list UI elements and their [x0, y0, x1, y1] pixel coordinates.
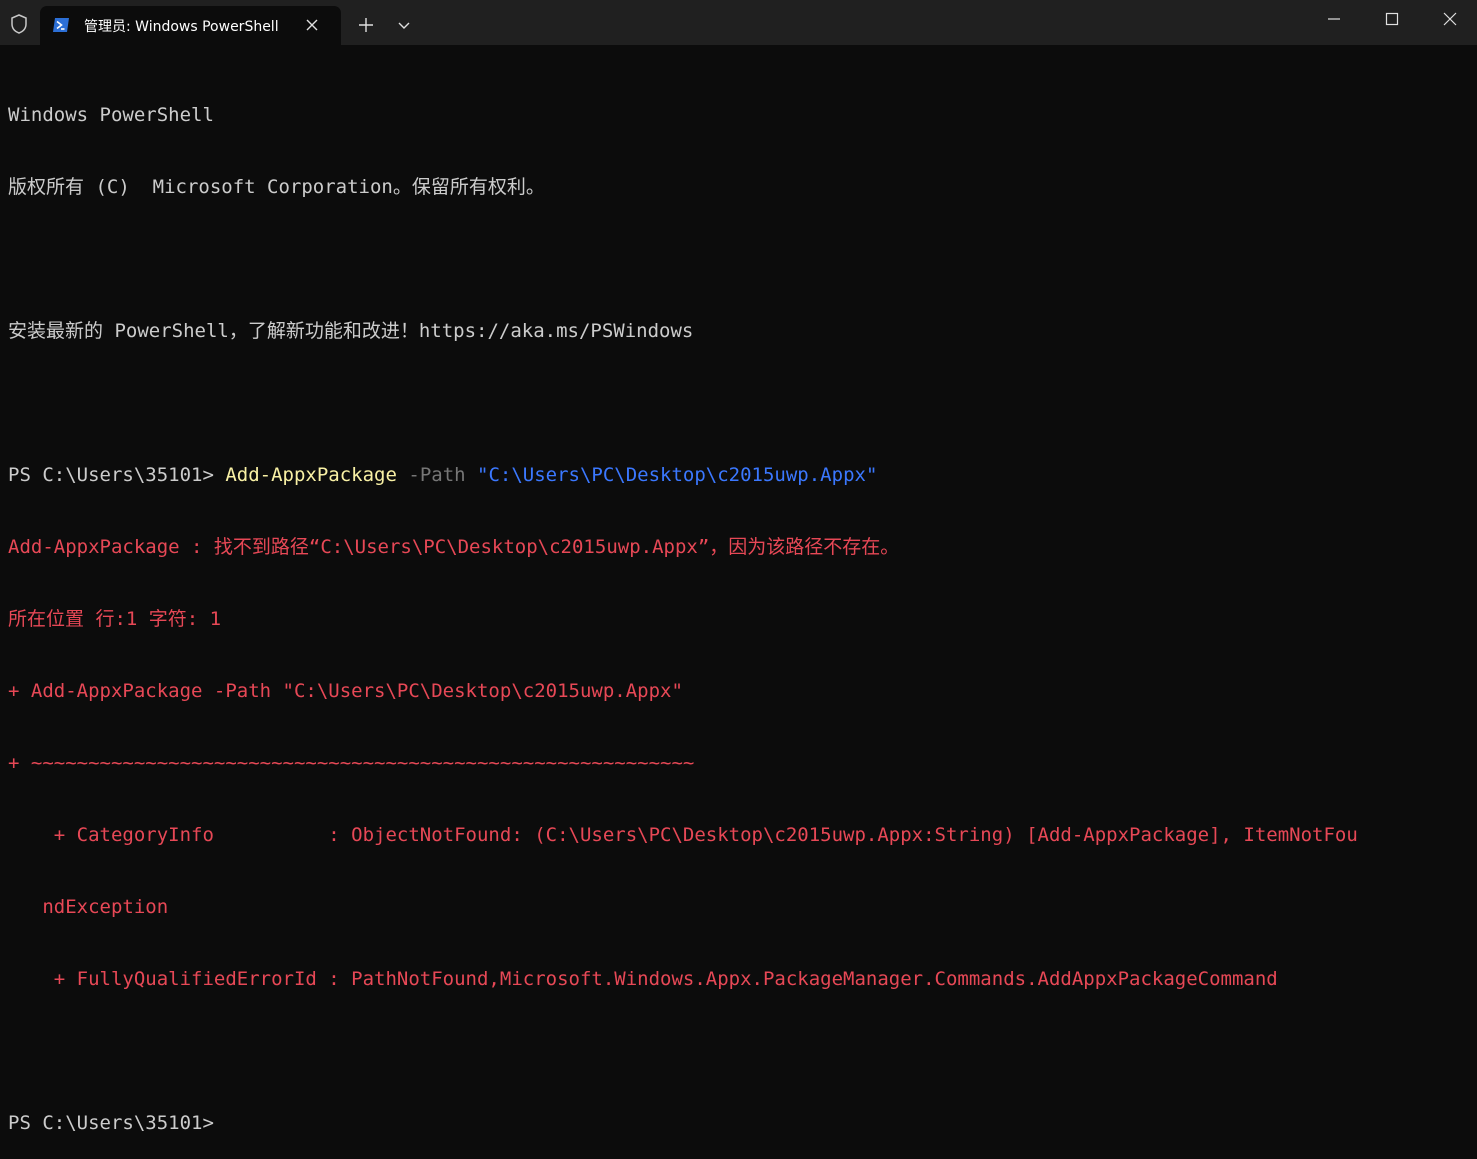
new-tab-button[interactable]: [352, 11, 380, 39]
command-line: PS C:\Users\35101> Add-AppxPackage -Path…: [8, 463, 1468, 487]
minimize-icon: [1328, 18, 1340, 20]
error-fully-qualified-id: + FullyQualifiedErrorId : PathNotFound,M…: [8, 968, 1278, 990]
tab-powershell[interactable]: 管理员: Windows PowerShell: [40, 6, 341, 45]
error-position: 所在位置 行:1 字符: 1: [8, 608, 222, 630]
prompt: PS C:\Users\35101>: [8, 464, 226, 486]
powershell-icon: [52, 17, 70, 33]
copyright-line: 版权所有 (C) Microsoft Corporation。保留所有权利。: [8, 176, 545, 198]
banner-line: Windows PowerShell: [8, 104, 214, 126]
command-argument: "C:\Users\PC\Desktop\c2015uwp.Appx": [477, 464, 878, 486]
current-prompt[interactable]: PS C:\Users\35101>: [8, 1111, 1468, 1135]
maximize-icon: [1385, 12, 1399, 26]
error-category-info: + CategoryInfo : ObjectNotFound: (C:\Use…: [8, 824, 1358, 846]
tab-dropdown-button[interactable]: [392, 11, 416, 39]
error-category-info-wrap: ndException: [8, 896, 169, 918]
title-bar: 管理员: Windows PowerShell: [0, 0, 1477, 45]
shield-icon: [8, 13, 30, 35]
command-name: Add-AppxPackage: [225, 464, 397, 486]
terminal-output[interactable]: Windows PowerShell 版权所有 (C) Microsoft Co…: [8, 55, 1468, 1134]
close-window-button[interactable]: [1421, 0, 1477, 40]
error-message: Add-AppxPackage : 找不到路径“C:\Users\PC\Desk…: [8, 536, 900, 558]
close-tab-icon[interactable]: [304, 17, 320, 33]
install-hint-line: 安装最新的 PowerShell，了解新功能和改进！https://aka.ms…: [8, 320, 694, 342]
error-source-line: + Add-AppxPackage -Path "C:\Users\PC\Des…: [8, 680, 683, 702]
tab-title: 管理员: Windows PowerShell: [84, 19, 279, 35]
close-icon: [1443, 12, 1457, 26]
maximize-button[interactable]: [1363, 0, 1421, 40]
command-parameter: -Path: [396, 464, 478, 486]
error-underline: + ~~~~~~~~~~~~~~~~~~~~~~~~~~~~~~~~~~~~~~…: [8, 752, 695, 774]
minimize-button[interactable]: [1305, 0, 1363, 40]
